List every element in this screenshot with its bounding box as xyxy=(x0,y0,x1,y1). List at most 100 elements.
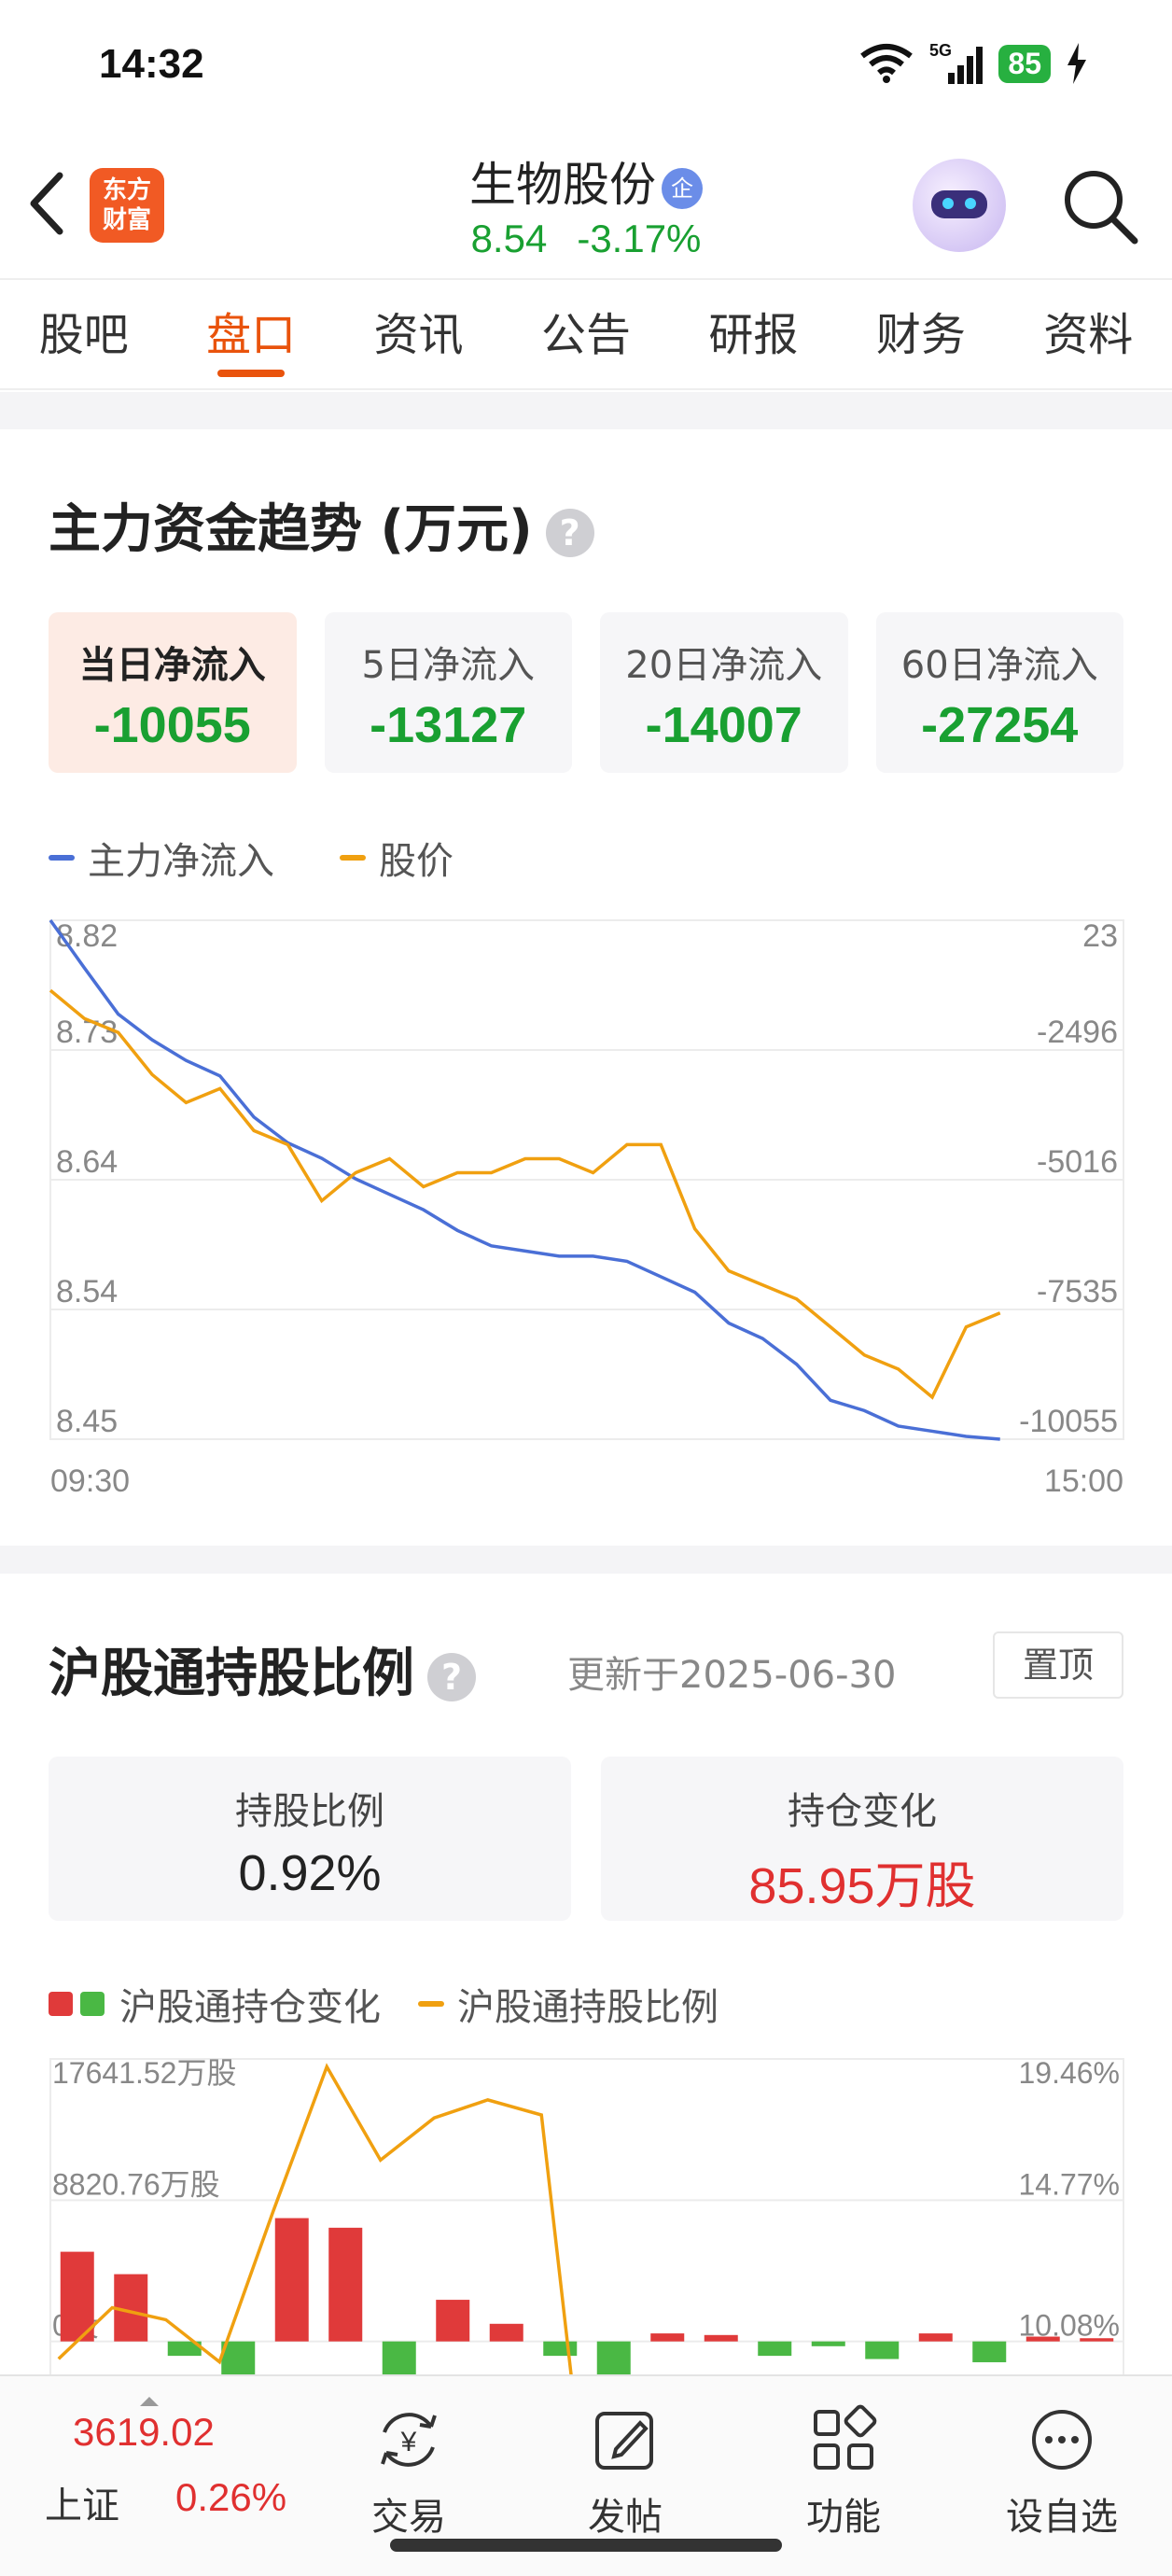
left-tick-label: 8.82 xyxy=(56,918,118,954)
hk-connect-title-text: 沪股通持股比例 xyxy=(49,1644,414,1704)
left-tick-label: 8.64 xyxy=(56,1144,118,1180)
post-label: 发帖 xyxy=(588,2496,663,2539)
stock-tabs: 股吧 盘口 资讯 公告 研报 财务 资料 xyxy=(0,280,1172,390)
flow-card-value: -10055 xyxy=(93,697,251,753)
flow-card-label: 当日净流入 xyxy=(78,644,266,687)
hk-connect-cards: 持股比例 0.92% 持仓变化 85.95万股 xyxy=(49,1757,1123,1921)
holding-change-bar xyxy=(543,2341,578,2357)
wifi-icon xyxy=(860,44,914,83)
home-indicator[interactable] xyxy=(390,2539,782,2552)
fund-flow-chart: 8.82 238.73 -24968.64 -50168.54 -75358.45 -10… xyxy=(49,918,1124,1499)
x-tick-label: 09:30 xyxy=(50,1463,130,1499)
flow-card-today[interactable]: 当日净流入 -10055 xyxy=(49,612,297,773)
right-tick-label: -2496 xyxy=(1037,1015,1118,1050)
flow-card-60day[interactable]: 60日净流入 -27254 xyxy=(875,612,1123,773)
post-button[interactable]: 发帖 xyxy=(551,2395,700,2554)
trade-button[interactable]: ¥ 交易 xyxy=(334,2395,483,2554)
left-tick-label: 8.54 xyxy=(56,1274,118,1309)
legend-holding-ratio: 沪股通持股比例 xyxy=(418,1977,719,2031)
holding-change-bar xyxy=(328,2227,363,2342)
trade-label: 交易 xyxy=(371,2496,446,2539)
compose-icon xyxy=(595,2412,653,2470)
flow-card-label: 5日净流入 xyxy=(361,644,535,687)
legend-label: 股价 xyxy=(379,840,453,883)
trade-icon: ¥ xyxy=(381,2413,437,2467)
tab-profile[interactable]: 资料 xyxy=(1005,280,1172,388)
right-tick-label: 14.77% xyxy=(1018,2167,1120,2201)
tab-announcements[interactable]: 公告 xyxy=(502,280,669,388)
holding-change-bar xyxy=(274,2218,309,2342)
grid-icon xyxy=(814,2404,877,2470)
flow-card-value: -14007 xyxy=(645,697,802,753)
flow-card-value: -13127 xyxy=(370,697,527,753)
holding-change-bar xyxy=(650,2333,685,2342)
tab-finance[interactable]: 财务 xyxy=(837,280,1004,388)
tab-pankou[interactable]: 盘口 xyxy=(167,280,334,388)
hk-connect-chart: 17641.52万股19.46%8820.76万股14.77%0股10.08% xyxy=(49,2056,1124,2374)
section-divider xyxy=(0,392,1172,429)
market-index[interactable]: 3619.02 上证 0.26% xyxy=(37,2397,317,2541)
status-time: 14:32 xyxy=(99,41,204,87)
flow-card-label: 20日净流入 xyxy=(625,644,823,687)
add-watchlist-label: 设自选 xyxy=(1006,2496,1118,2539)
functions-button[interactable]: 功能 xyxy=(769,2395,918,2554)
battery-level: 85 xyxy=(998,44,1051,83)
card-value: 0.92% xyxy=(238,1845,382,1901)
flow-card-value: -27254 xyxy=(921,697,1079,753)
x-tick-label: 15:00 xyxy=(1044,1463,1123,1499)
position-change-card: 持仓变化 85.95万股 xyxy=(601,1757,1123,1921)
holding-change-bar xyxy=(489,2323,523,2342)
left-tick-label: 8.45 xyxy=(56,1404,118,1439)
functions-label: 功能 xyxy=(806,2496,881,2539)
search-icon[interactable] xyxy=(1058,164,1142,248)
card-value: 85.95万股 xyxy=(748,1858,976,1914)
pin-to-top-button[interactable]: 置顶 xyxy=(993,1631,1123,1699)
holding-change-bar xyxy=(596,2341,631,2374)
plot-frame xyxy=(49,2058,1124,2374)
legend-label: 主力净流入 xyxy=(88,840,274,883)
status-icons: 5G 85 xyxy=(858,41,1088,86)
flow-card-5day[interactable]: 5日净流入 -13127 xyxy=(324,612,572,773)
add-watchlist-button[interactable]: 设自选 xyxy=(987,2395,1137,2554)
left-tick-label: 17641.52万股 xyxy=(52,2056,236,2090)
status-bar: 14:32 5G 85 xyxy=(0,0,1172,131)
right-tick-label: -10055 xyxy=(1019,1404,1118,1439)
holding-change-bar xyxy=(811,2341,845,2346)
hk-connect-title: 沪股通持股比例? xyxy=(49,1631,476,1707)
legend-holding-change: 沪股通持仓变化 xyxy=(49,1977,381,2031)
stock-name: 生物股份 xyxy=(469,158,656,212)
flow-chart-legend: 主力净流入 股价 xyxy=(49,831,519,885)
holding-change-bar xyxy=(1080,2338,1114,2342)
left-tick-label: 8820.76万股 xyxy=(52,2167,220,2201)
right-tick-label: 19.46% xyxy=(1018,2056,1120,2090)
expand-caret-icon xyxy=(140,2397,159,2406)
svg-text:¥: ¥ xyxy=(400,2427,417,2457)
help-icon[interactable]: ? xyxy=(545,508,594,557)
tab-guba[interactable]: 股吧 xyxy=(0,280,167,388)
tab-research[interactable]: 研报 xyxy=(670,280,837,388)
index-value: 3619.02 xyxy=(73,2410,215,2454)
index-change-pct: 0.26% xyxy=(175,2475,287,2519)
holding-change-bar xyxy=(865,2341,900,2359)
hk-connect-header: 沪股通持股比例? 更新于2025-06-30 置顶 xyxy=(49,1624,1123,1708)
card-label: 持仓变化 xyxy=(788,1790,937,1833)
tab-news[interactable]: 资讯 xyxy=(335,280,502,388)
card-label: 持股比例 xyxy=(235,1790,384,1833)
holding-change-bar xyxy=(918,2333,953,2342)
holding-ratio-card: 持股比例 0.92% xyxy=(49,1757,571,1921)
help-icon[interactable]: ? xyxy=(427,1652,476,1701)
fund-flow-title-text: 主力资金趋势 (万元) xyxy=(49,499,533,560)
stock-price: 8.54 xyxy=(470,217,548,260)
holding-change-bar xyxy=(704,2334,738,2342)
network-type: 5G xyxy=(929,41,952,60)
fund-flow-cards: 当日净流入 -10055 5日净流入 -13127 20日净流入 -14007 … xyxy=(49,612,1123,773)
cellular-signal-icon: 5G xyxy=(929,41,984,84)
index-name: 上证 xyxy=(45,2485,119,2527)
stock-header: 东方 财富 生物股份企 8.54 -3.17% xyxy=(0,131,1172,280)
holding-change-bar xyxy=(1026,2336,1060,2342)
flow-card-20day[interactable]: 20日净流入 -14007 xyxy=(600,612,848,773)
price-line xyxy=(49,988,1001,1400)
assistant-avatar[interactable] xyxy=(913,159,1006,252)
enterprise-badge: 企 xyxy=(662,167,703,209)
right-tick-label: -5016 xyxy=(1037,1144,1118,1180)
